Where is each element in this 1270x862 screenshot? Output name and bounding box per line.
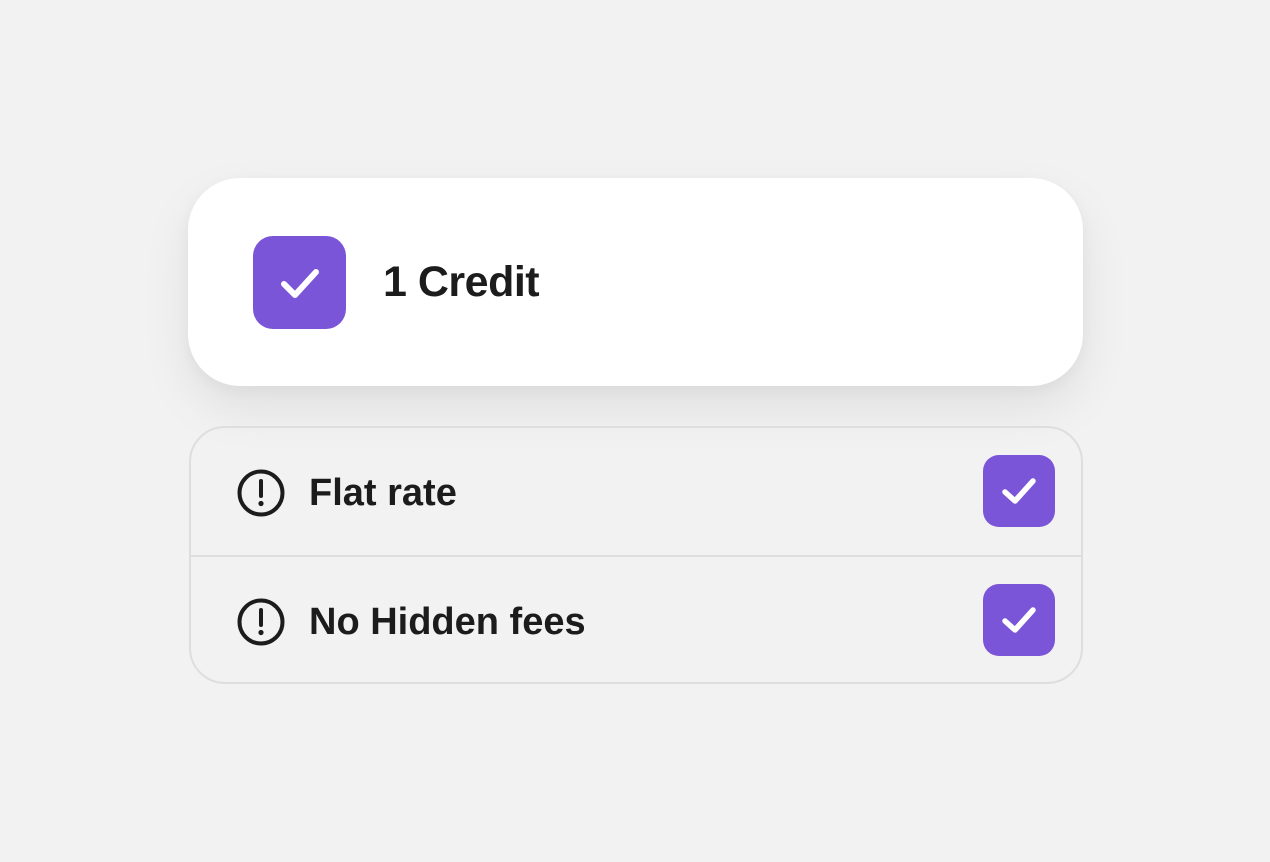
checkmark-icon — [1002, 478, 1036, 504]
exclamation-circle-icon[interactable] — [236, 597, 286, 647]
checkmark-icon — [1002, 607, 1036, 633]
credit-checkbox[interactable] — [253, 236, 346, 329]
exclamation-circle-icon[interactable] — [236, 468, 286, 518]
feature-checkbox-no-hidden-fees[interactable] — [983, 584, 1055, 656]
credit-option-card[interactable]: 1 Credit — [188, 178, 1083, 386]
feature-row-flat-rate: Flat rate — [191, 428, 1081, 555]
checkmark-icon — [280, 268, 319, 298]
feature-checkbox-flat-rate[interactable] — [983, 455, 1055, 527]
page: 1 Credit Flat rate No Hidden fees — [0, 0, 1270, 862]
credit-label: 1 Credit — [383, 258, 540, 306]
feature-row-no-hidden-fees: No Hidden fees — [191, 555, 1081, 682]
feature-label: No Hidden fees — [309, 601, 586, 643]
feature-label: Flat rate — [309, 472, 457, 514]
features-list: Flat rate No Hidden fees — [189, 426, 1083, 684]
